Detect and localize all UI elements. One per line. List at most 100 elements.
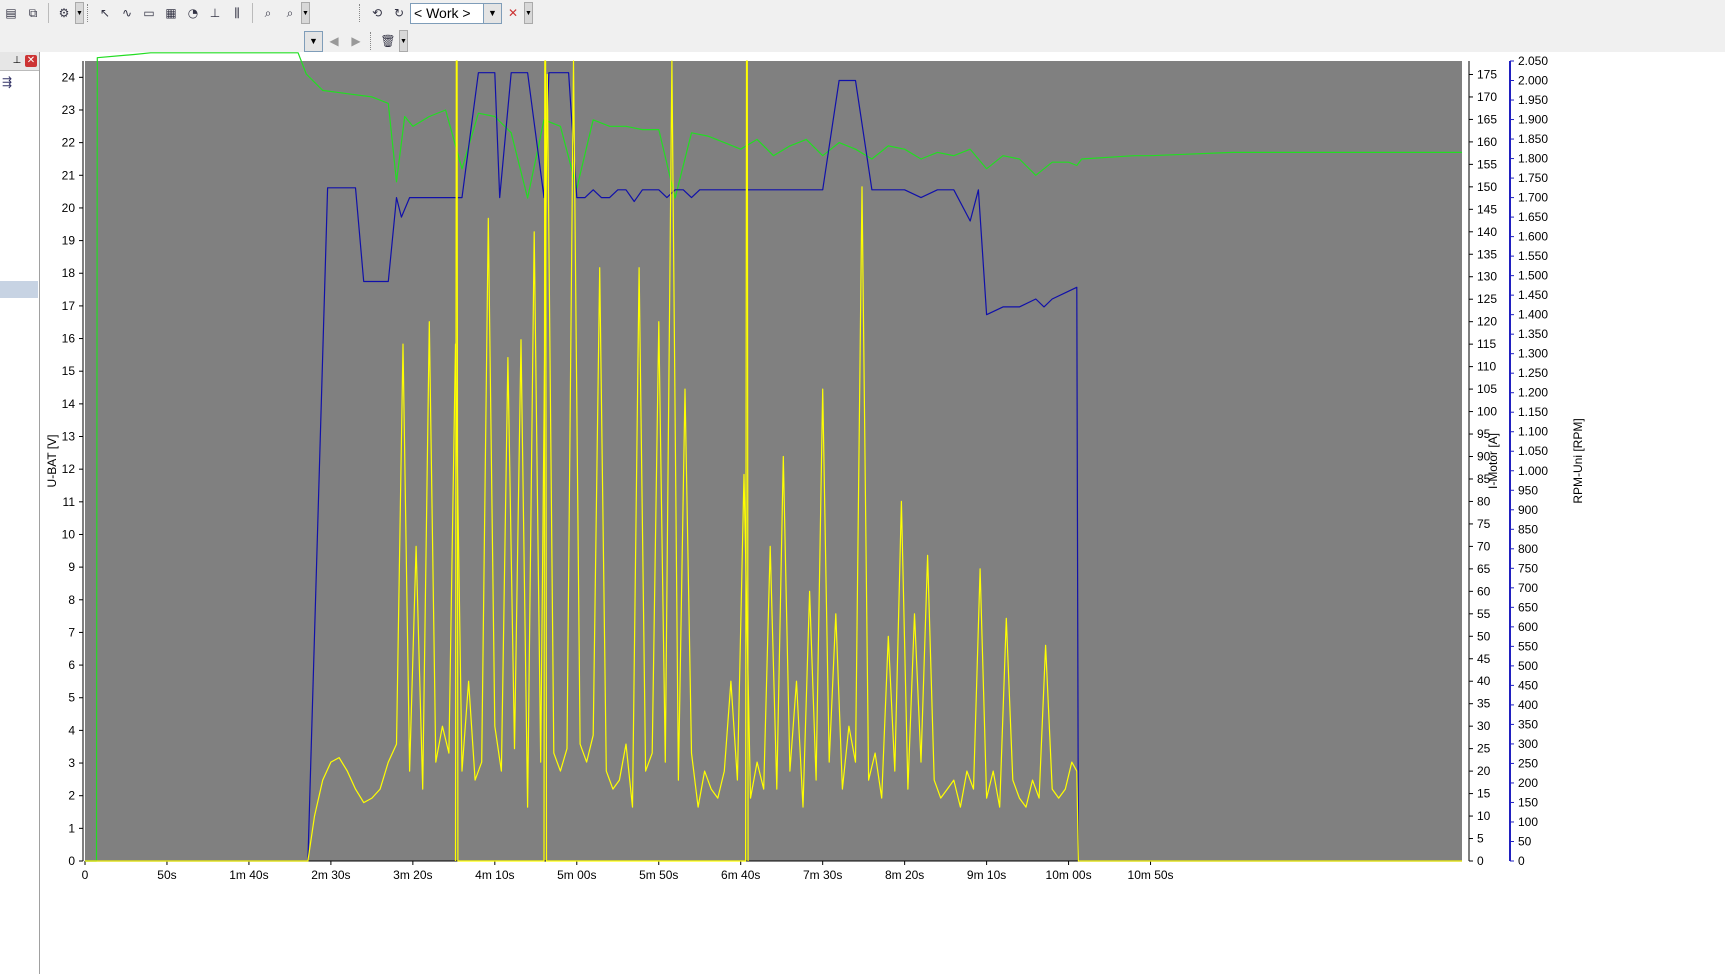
ubat-tick-label: 7: [68, 625, 75, 639]
bars-icon[interactable]: ⫼: [227, 3, 247, 23]
rpm-tick-label: 150: [1518, 795, 1538, 809]
ubat-tick-label: 16: [62, 332, 76, 346]
rpm-tick-label: 450: [1518, 678, 1538, 692]
x-tick-label: 4m 10s: [475, 868, 514, 882]
ubat-tick-label: 11: [63, 495, 76, 509]
disconnect-icon[interactable]: ✕: [503, 3, 523, 23]
rpm-tick-label: 300: [1518, 737, 1538, 751]
imotor-tick-label: 10: [1477, 809, 1491, 823]
side-panel-header: ⊥ ✕: [0, 52, 39, 71]
rpm-tick-label: 700: [1518, 581, 1538, 595]
axis-icon[interactable]: ⊥: [205, 3, 225, 23]
gauge-icon[interactable]: ◔: [183, 3, 203, 23]
rpm-tick-label: 350: [1518, 717, 1538, 731]
imotor-tick-label: 15: [1477, 787, 1491, 801]
toolbar-grip[interactable]: [359, 4, 363, 22]
back-icon[interactable]: ◀: [324, 31, 344, 51]
cursor-icon[interactable]: ↖: [95, 3, 115, 23]
navigation-toolbar: ▼ ◀ ▶ 🗑 ▼: [0, 28, 1725, 54]
ubat-tick-label: 5: [68, 691, 75, 705]
zoom-icon[interactable]: ⌕: [258, 3, 278, 23]
imotor-tick-label: 40: [1477, 674, 1491, 688]
side-panel-selected-item[interactable]: [0, 281, 38, 298]
rpm-tick-label: 2.000: [1518, 74, 1548, 88]
ubat-tick-label: 8: [68, 593, 75, 607]
combo-dropdown-icon[interactable]: ▼: [483, 3, 501, 23]
chart-panel[interactable]: 0 50s 1m 40s 2m 30s 3m 20s 4m 10s 5m 00s 5m 50s…: [40, 52, 1725, 974]
x-tick-label: 5m 00s: [557, 868, 596, 882]
rpm-tick-label: 1.250: [1518, 366, 1548, 380]
ubat-tick-label: 4: [68, 723, 75, 737]
chevron-down-icon[interactable]: ▼: [399, 30, 408, 52]
imotor-tick-label: 150: [1477, 180, 1497, 194]
chevron-down-icon[interactable]: ▼: [524, 2, 533, 24]
rpm-tick-label: 850: [1518, 522, 1538, 536]
pin-icon[interactable]: ⊥: [11, 55, 23, 67]
rpm-tick-label: 50: [1518, 834, 1532, 848]
toolbar-grip[interactable]: [370, 32, 374, 50]
imotor-tick-label: 35: [1477, 697, 1491, 711]
imotor-tick-label: 55: [1477, 607, 1491, 621]
imotor-tick-label: 50: [1477, 629, 1491, 643]
print-preview-icon[interactable]: ▤: [1, 3, 21, 23]
x-tick-label: 6m 40s: [721, 868, 760, 882]
measurement-chart[interactable]: 0 50s 1m 40s 2m 30s 3m 20s 4m 10s 5m 00s 5m 50s…: [40, 52, 1725, 974]
x-tick-label: 2m 30s: [311, 868, 350, 882]
side-panel: ⊥ ✕ ⇶: [0, 52, 40, 974]
toolbar-separator: [48, 3, 49, 23]
plot-area[interactable]: [85, 61, 1462, 861]
imotor-tick-label: 100: [1477, 405, 1497, 419]
rpm-tick-label: 650: [1518, 600, 1538, 614]
rpm-tick-label: 1.700: [1518, 191, 1548, 205]
ubat-tick-label: 20: [62, 201, 76, 215]
imotor-axis-title: I-Motor [A]: [1486, 433, 1500, 489]
ubat-tick-label: 14: [62, 397, 76, 411]
forward-icon[interactable]: ▶: [346, 31, 366, 51]
imotor-tick-label: 80: [1477, 494, 1491, 508]
imotor-tick-label: 155: [1477, 157, 1497, 171]
imotor-tick-label: 130: [1477, 270, 1497, 284]
ubat-tick-label: 9: [68, 560, 75, 574]
rpm-tick-label: 400: [1518, 698, 1538, 712]
view-combo[interactable]: < Work > ▼: [410, 2, 502, 24]
imotor-tick-label: 135: [1477, 247, 1497, 261]
refresh-icon[interactable]: ↻: [389, 3, 409, 23]
rpm-tick-label: 1.600: [1518, 230, 1548, 244]
window-icon[interactable]: ▭: [139, 3, 159, 23]
rpm-tick-label: 550: [1518, 639, 1538, 653]
ubat-tick-label: 17: [62, 299, 76, 313]
rpm-tick-label: 1.350: [1518, 327, 1548, 341]
imotor-tick-label: 30: [1477, 719, 1491, 733]
delete-icon[interactable]: 🗑: [378, 31, 398, 51]
rpm-tick-label: 600: [1518, 620, 1538, 634]
rpm-tick-label: 1.800: [1518, 152, 1548, 166]
imotor-tick-label: 125: [1477, 292, 1497, 306]
ubat-tick-label: 12: [62, 462, 76, 476]
chevron-down-icon[interactable]: ▼: [75, 2, 84, 24]
imotor-tick-label: 20: [1477, 764, 1491, 778]
rpm-tick-label: 800: [1518, 542, 1538, 556]
tree-icon[interactable]: ⇶: [0, 71, 39, 93]
combo-dropdown-icon[interactable]: ▼: [304, 30, 323, 52]
imotor-tick-label: 60: [1477, 584, 1491, 598]
chevron-down-icon[interactable]: ▼: [301, 2, 310, 24]
close-icon[interactable]: ✕: [25, 55, 37, 67]
rpm-tick-label: 1.200: [1518, 386, 1548, 400]
curve-icon[interactable]: ∿: [117, 3, 137, 23]
settings-icon[interactable]: ⚙: [54, 3, 74, 23]
ubat-tick-label: 0: [68, 854, 75, 868]
rpm-tick-label: 1.400: [1518, 308, 1548, 322]
ubat-tick-label: 2: [68, 789, 75, 803]
table-icon[interactable]: ▦: [161, 3, 181, 23]
zoom-out-icon[interactable]: ⌕: [280, 3, 300, 23]
rpm-tick-label: 1.950: [1518, 93, 1548, 107]
imotor-tick-label: 175: [1477, 67, 1497, 81]
imotor-tick-label: 0: [1477, 854, 1484, 868]
imotor-tick-label: 160: [1477, 135, 1497, 149]
ubat-tick-label: 13: [62, 430, 76, 444]
toolbar-grip[interactable]: [87, 4, 91, 22]
connect-icon[interactable]: ⟲: [367, 3, 387, 23]
copy-icon[interactable]: ⧉: [23, 3, 43, 23]
rpm-tick-label: 1.100: [1518, 425, 1548, 439]
imotor-tick-label: 110: [1477, 360, 1496, 374]
